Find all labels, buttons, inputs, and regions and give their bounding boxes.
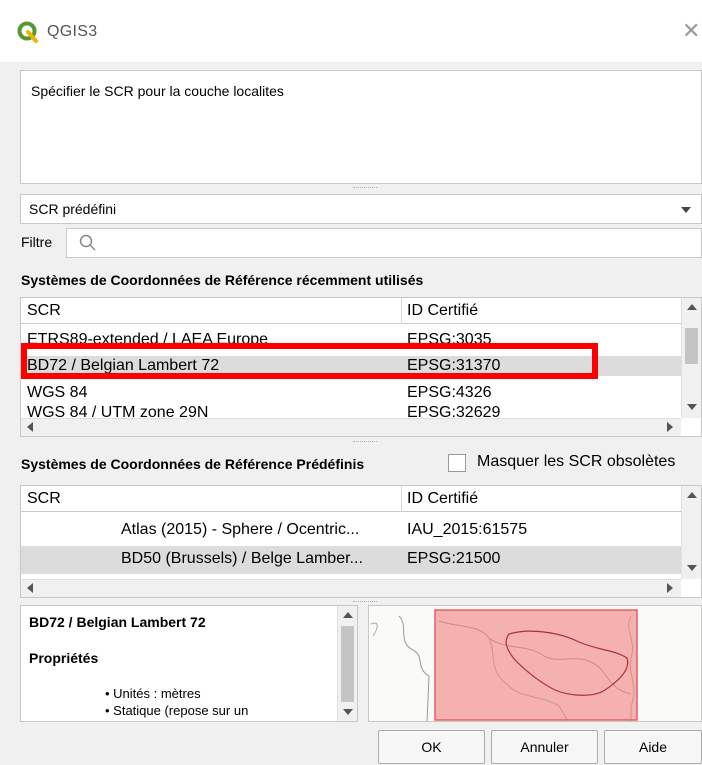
vertical-scrollbar[interactable]: [681, 486, 701, 579]
scroll-thumb[interactable]: [685, 328, 698, 364]
splitter-handle[interactable]: [353, 187, 377, 189]
predefined-crs-table: SCR ID Certifié Atlas (2015) - Sphere / …: [20, 485, 702, 598]
scroll-up-icon[interactable]: [687, 304, 697, 310]
column-header-id[interactable]: ID Certifié: [407, 490, 478, 508]
crs-details-section: Propriétés: [29, 650, 99, 666]
scroll-down-icon[interactable]: [687, 565, 697, 571]
highlight-annotation: [21, 343, 598, 379]
table-row[interactable]: WGS 84 EPSG:4326: [21, 383, 681, 403]
vertical-scrollbar[interactable]: [681, 298, 701, 418]
vertical-scrollbar[interactable]: [337, 606, 357, 721]
crs-mode-dropdown[interactable]: SCR prédéfini: [20, 194, 702, 224]
search-icon: [79, 234, 96, 251]
chevron-down-icon: [681, 207, 691, 213]
horizontal-scrollbar[interactable]: [21, 418, 681, 436]
scroll-up-icon[interactable]: [343, 612, 353, 618]
scroll-down-icon[interactable]: [343, 709, 353, 715]
cancel-button[interactable]: Annuler: [491, 730, 598, 764]
filter-input[interactable]: [66, 228, 702, 258]
crs-mode-value: SCR prédéfini: [29, 201, 117, 217]
recent-crs-heading: Systèmes de Coordonnées de Référence réc…: [21, 272, 424, 288]
crs-extent-map: [368, 605, 702, 722]
scroll-thumb[interactable]: [341, 626, 354, 702]
scroll-up-icon[interactable]: [687, 492, 697, 498]
qgis-logo-icon: [17, 21, 38, 43]
scroll-right-icon[interactable]: [667, 583, 673, 593]
table-row[interactable]: Atlas (2015) - Sphere / Ocentric... IAU_…: [21, 518, 681, 544]
crs-property-static: • Statique (repose sur un: [105, 703, 249, 718]
splitter-handle[interactable]: [353, 441, 377, 443]
crs-property-units: • Unités : mètres: [105, 686, 201, 701]
hide-deprecated-label[interactable]: Masquer les SCR obsolètes: [477, 453, 675, 471]
scroll-left-icon[interactable]: [27, 583, 33, 593]
filter-label: Filtre: [21, 234, 53, 250]
map-outline-icon: [370, 609, 638, 721]
table-row-selected[interactable]: BD50 (Brussels) / Belge Lamber... EPSG:2…: [21, 546, 681, 574]
close-icon[interactable]: ✕: [682, 20, 700, 42]
crs-extent-rectangle: [434, 609, 638, 721]
table-header: SCR ID Certifié: [21, 486, 681, 512]
table-header: SCR ID Certifié: [21, 298, 681, 324]
help-button[interactable]: Aide: [604, 730, 702, 764]
window-title: QGIS3: [47, 23, 98, 40]
crs-details-title: BD72 / Belgian Lambert 72: [29, 614, 206, 630]
message-text: Spécifier le SCR pour la couche localite…: [31, 83, 284, 99]
hide-deprecated-checkbox[interactable]: [448, 454, 466, 472]
crs-details-panel: BD72 / Belgian Lambert 72 Propriétés • U…: [20, 605, 358, 722]
scroll-right-icon[interactable]: [667, 422, 673, 432]
column-header-scr[interactable]: SCR: [27, 302, 61, 320]
message-box: Spécifier le SCR pour la couche localite…: [20, 70, 702, 184]
column-header-id[interactable]: ID Certifié: [407, 302, 478, 320]
scroll-down-icon[interactable]: [687, 404, 697, 410]
horizontal-scrollbar[interactable]: [21, 579, 681, 597]
title-bar: QGIS3 ✕: [0, 0, 702, 62]
scroll-left-icon[interactable]: [27, 422, 33, 432]
column-header-scr[interactable]: SCR: [27, 490, 61, 508]
splitter-handle[interactable]: [353, 601, 377, 603]
predefined-crs-heading: Systèmes de Coordonnées de Référence Pré…: [21, 456, 365, 472]
ok-button[interactable]: OK: [378, 730, 485, 764]
